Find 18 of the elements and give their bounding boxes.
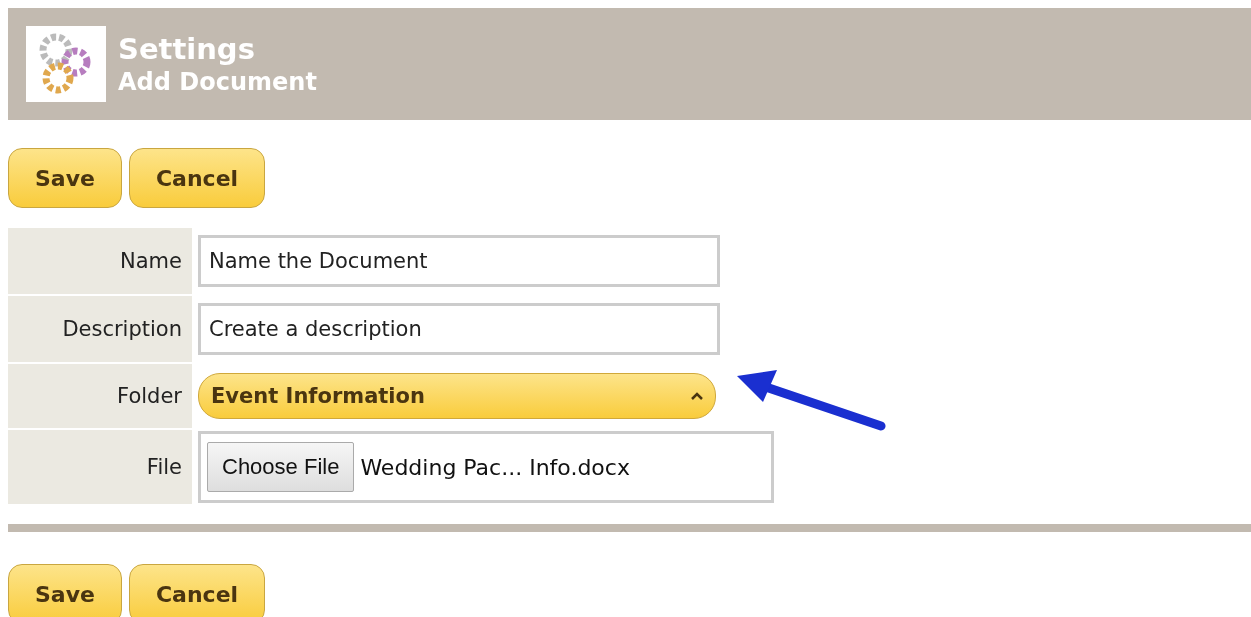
- choose-file-button[interactable]: Choose File: [207, 442, 355, 492]
- file-name: Wedding Pac... Info.docx: [360, 454, 630, 480]
- text-field[interactable]: Name the Document: [198, 235, 720, 287]
- save-button[interactable]: Save: [8, 564, 122, 617]
- save-button[interactable]: Save: [8, 148, 122, 208]
- file-input[interactable]: Choose File Wedding Pac... Info.docx: [198, 431, 774, 503]
- page-title: Settings: [118, 31, 256, 67]
- field-label: Folder: [8, 364, 192, 428]
- field-label: Description: [8, 296, 192, 362]
- text-field[interactable]: Create a description: [198, 303, 720, 355]
- field-label: File: [8, 430, 192, 504]
- chevron-up-icon: [691, 392, 703, 400]
- gears-icon: [26, 26, 106, 102]
- page-subtitle: Add Document: [118, 67, 317, 97]
- cancel-button[interactable]: Cancel: [128, 564, 266, 617]
- folder-dropdown[interactable]: Event Information: [198, 373, 716, 419]
- cancel-button[interactable]: Cancel: [128, 148, 266, 208]
- field-label: Name: [8, 228, 192, 294]
